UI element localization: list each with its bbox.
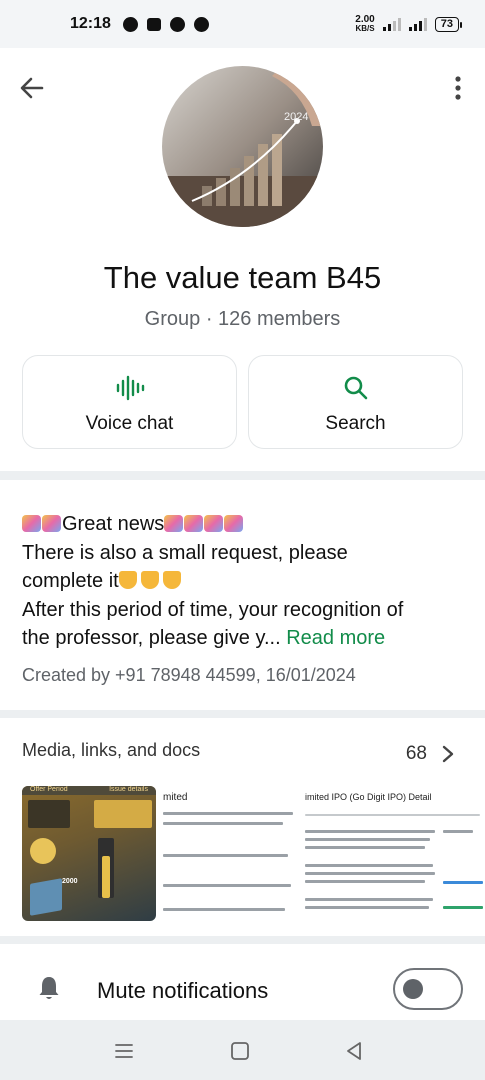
pointing-down-hand-icon (118, 571, 137, 589)
voice-chat-button[interactable]: Voice chat (22, 355, 237, 449)
description-line-text: the professor, please give y... (22, 627, 281, 649)
group-avatar[interactable]: 2024 (162, 66, 323, 227)
confetti-emoji-icon (22, 515, 41, 532)
description-line-text: complete it (22, 570, 119, 592)
mute-notifications-label: Mute notifications (97, 978, 269, 1003)
thumbnail-header: Offer Period Issue details (22, 786, 156, 795)
mute-notifications-toggle[interactable] (393, 968, 463, 1010)
notification-app-icon (169, 16, 185, 32)
description-line: After this period of time, your recognit… (22, 598, 404, 621)
confetti-emoji-icon (224, 515, 244, 532)
media-section-title[interactable]: Media, links, and docs (22, 740, 200, 761)
confetti-emoji-icon (42, 515, 61, 532)
media-thumbnail[interactable]: mited (161, 786, 299, 921)
pointing-down-hand-icon (162, 571, 181, 589)
status-right: 2.00 KB/S 73 (355, 14, 463, 34)
group-info-header: 2024 The value team B45 Group · 126 memb… (0, 48, 485, 471)
network-speed-value: 2.00 (355, 14, 375, 25)
coin-icon (30, 838, 56, 864)
group-created-info: Created by +91 78948 44599, 16/01/2024 (22, 665, 356, 685)
battery-icon: 73 (434, 16, 463, 32)
back-triangle-icon[interactable] (343, 1040, 365, 1062)
search-button[interactable]: Search (248, 355, 463, 449)
group-title: The value team B45 (103, 260, 382, 295)
avatar-year-text: 2024 (284, 111, 308, 123)
toggle-knob (403, 979, 423, 999)
description-line: There is also a small request, please (22, 541, 348, 564)
network-speed: 2.00 KB/S (355, 14, 375, 34)
search-label: Search (325, 413, 386, 434)
back-arrow-icon[interactable] (18, 74, 46, 102)
notification-app-icon (146, 17, 161, 31)
media-links-docs-section: Media, links, and docs 68 Offer Period I… (0, 718, 485, 936)
thumbnail-header-left: Offer Period (30, 786, 68, 793)
chevron-right-icon[interactable] (441, 745, 455, 763)
thumbnail-tile (94, 800, 152, 828)
group-avatar-image: 2024 (162, 66, 323, 227)
status-time: 12:18 (70, 15, 111, 32)
more-options-icon[interactable] (453, 74, 463, 102)
signal-icon-2 (408, 17, 427, 31)
system-navigation-bar (0, 1020, 485, 1080)
group-description-card[interactable]: Great news There is also a small request… (0, 480, 485, 710)
bell-icon (39, 977, 59, 999)
media-count[interactable]: 68 (406, 743, 427, 765)
thumbnail-bid-lot: 2000 (62, 878, 78, 885)
search-icon (343, 373, 369, 403)
description-line: the professor, please give y... Read mor… (22, 624, 472, 653)
description-headline: Great news (62, 513, 165, 535)
network-speed-unit: KB/S (355, 24, 375, 33)
mute-notifications-row[interactable]: Mute notifications (0, 944, 485, 1020)
notification-app-icon (193, 16, 209, 32)
thumbnail-header-right: Issue details (109, 786, 148, 793)
pointing-down-hand-icon (140, 571, 159, 589)
audio-waveform-icon (115, 373, 145, 403)
signal-icon (382, 17, 401, 31)
read-more-link[interactable]: Read more (286, 627, 385, 649)
voice-chat-label: Voice chat (85, 413, 174, 434)
thumbnail-doc-title: mited (163, 792, 188, 803)
media-thumbnail[interactable]: Offer Period Issue details 2000 (22, 786, 156, 921)
confetti-emoji-icon (204, 515, 224, 532)
media-thumbnail[interactable]: imited IPO (Go Digit IPO) Detail (303, 786, 485, 921)
thumbnail-doc-title: imited IPO (Go Digit IPO) Detail (305, 792, 432, 802)
confetti-emoji-icon (184, 515, 204, 532)
group-subtitle[interactable]: Group · 126 members (0, 308, 485, 331)
notification-app-icon (122, 16, 138, 32)
thumbnail-bar-fill (102, 856, 110, 898)
thumbnail-tile (30, 878, 62, 916)
notification-icons (122, 16, 209, 32)
home-square-icon[interactable] (229, 1040, 251, 1062)
description-line: Great news (22, 510, 472, 539)
group-description: Great news There is also a small request… (22, 510, 472, 653)
status-bar: 12:18 2.00 KB/S 73 (0, 0, 485, 48)
recent-apps-menu-icon[interactable] (113, 1040, 135, 1062)
description-line: complete it (22, 567, 472, 596)
confetti-emoji-icon (164, 515, 184, 532)
thumbnail-tile (28, 800, 70, 828)
